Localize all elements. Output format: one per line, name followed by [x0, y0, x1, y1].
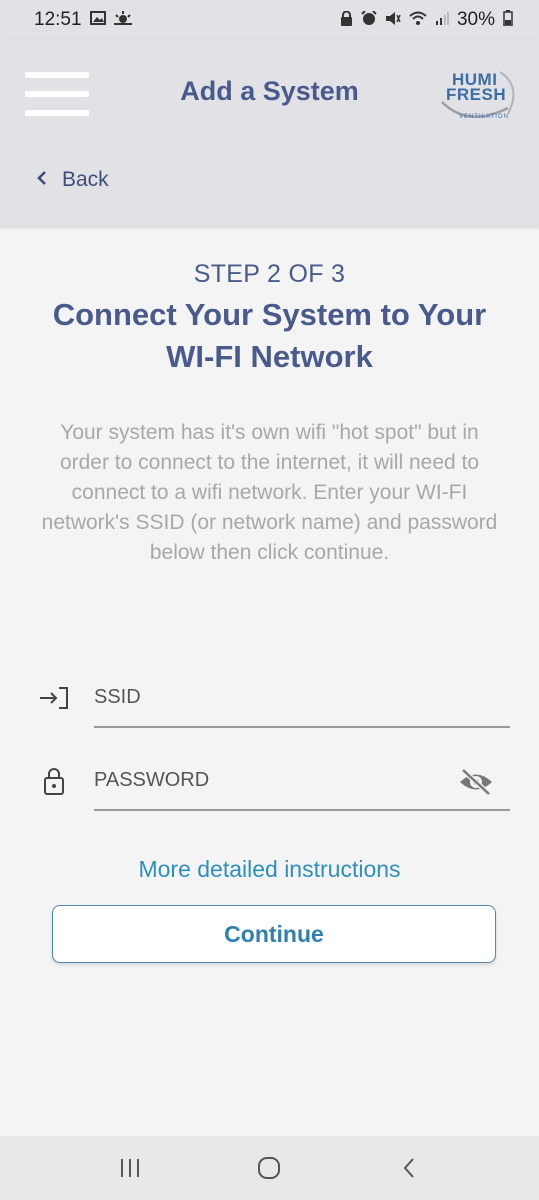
- more-instructions-link[interactable]: More detailed instructions: [0, 856, 539, 883]
- wifi-icon: [409, 11, 427, 29]
- back-button[interactable]: Back: [36, 168, 109, 192]
- step-description: Your system has it's own wifi "hot spot"…: [41, 421, 498, 564]
- recent-apps-icon[interactable]: [105, 1148, 155, 1188]
- ssid-underline: [94, 726, 510, 728]
- logo-wordmark: HUMI FRESH: [446, 71, 507, 104]
- lock-icon: [38, 765, 70, 797]
- battery-percent: 30%: [456, 9, 495, 30]
- back-label: Back: [62, 168, 109, 191]
- status-left: 12:51: [34, 9, 132, 31]
- weather-icon: [113, 11, 132, 29]
- ssid-field[interactable]: SSID: [0, 670, 539, 730]
- status-time: 12:51: [34, 9, 82, 30]
- step-title: Connect Your System to Your WI-FI Networ…: [52, 297, 487, 374]
- status-bar: 12:51 30%: [0, 0, 539, 40]
- brand-logo: VENTILATION HUMI FRESH: [438, 68, 528, 124]
- system-nav-bar: [0, 1136, 539, 1200]
- app-header: Add a System VENTILATION HUMI FRESH Back: [0, 40, 539, 226]
- mute-icon: [385, 11, 401, 30]
- gallery-icon: [89, 11, 106, 29]
- ssid-input[interactable]: SSID: [94, 686, 141, 709]
- password-underline: [94, 809, 510, 811]
- lock-icon: [340, 10, 353, 30]
- login-icon: [38, 682, 70, 714]
- password-field[interactable]: PASSWORD: [0, 753, 539, 813]
- chevron-left-icon: [36, 168, 48, 192]
- continue-button[interactable]: Continue: [52, 905, 496, 963]
- password-input[interactable]: PASSWORD: [94, 769, 209, 792]
- home-icon[interactable]: [244, 1148, 294, 1188]
- back-nav-icon[interactable]: [384, 1148, 434, 1188]
- logo-line2: FRESH: [446, 85, 507, 104]
- signal-icon: [435, 11, 449, 29]
- battery-icon: [503, 10, 513, 30]
- status-right: 30%: [340, 9, 513, 31]
- step-indicator: STEP 2 OF 3: [193, 260, 346, 288]
- eye-off-icon[interactable]: [458, 767, 494, 797]
- logo-tagline: VENTILATION: [459, 114, 509, 120]
- alarm-icon: [361, 9, 377, 30]
